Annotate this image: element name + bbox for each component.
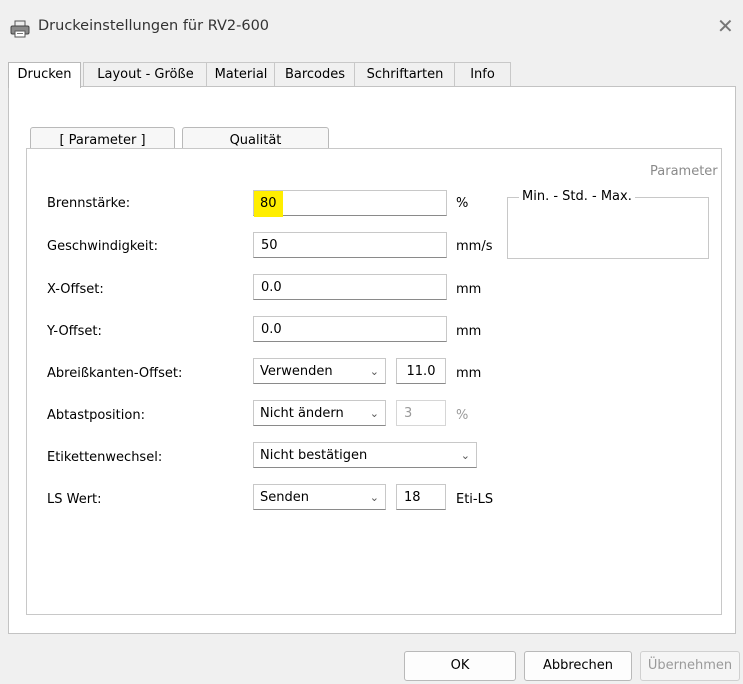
chevron-down-icon: ⌄ (369, 491, 379, 504)
chevron-down-icon: ⌄ (460, 449, 470, 462)
parameter-range-box (507, 197, 709, 259)
brennstaerke-label: Brennstärke: (47, 196, 131, 211)
abtastposition-select[interactable]: Nicht ändern ⌄ (253, 400, 386, 426)
geschwindigkeit-unit: mm/s (456, 239, 493, 254)
abtastposition-label: Abtastposition: (47, 408, 145, 423)
chevron-down-icon: ⌄ (369, 365, 379, 378)
y-offset-unit: mm (456, 324, 482, 339)
abreisskanten-unit: mm (456, 366, 482, 381)
close-icon[interactable]: ✕ (717, 14, 734, 38)
etikettenwechsel-select[interactable]: Nicht bestätigen ⌄ (253, 442, 477, 468)
tab-barcodes[interactable]: Barcodes (274, 62, 356, 87)
ls-wert-label: LS Wert: (47, 492, 102, 507)
x-offset-unit: mm (456, 282, 482, 297)
brennstaerke-unit: % (456, 196, 469, 211)
geschwindigkeit-input[interactable]: 50 (253, 232, 447, 258)
ls-wert-select[interactable]: Senden ⌄ (253, 484, 386, 510)
brennstaerke-value: 80 (254, 191, 283, 217)
ls-wert-input[interactable]: 18 (396, 484, 446, 510)
abreisskanten-label: Abreißkanten-Offset: (47, 366, 183, 381)
chevron-down-icon: ⌄ (369, 407, 379, 420)
abreisskanten-select-value: Verwenden (260, 364, 333, 379)
abreisskanten-input[interactable]: 11.0 (396, 358, 446, 384)
window-title: Druckeinstellungen für RV2-600 (38, 18, 270, 34)
tab-layout-groesse[interactable]: Layout - Größe (83, 62, 208, 87)
abbrechen-button[interactable]: Abbrechen (524, 651, 632, 681)
y-offset-label: Y-Offset: (47, 324, 102, 339)
uebernehmen-button[interactable]: Übernehmen (640, 651, 740, 681)
x-offset-label: X-Offset: (47, 282, 104, 297)
brennstaerke-input[interactable]: 80 (253, 190, 447, 217)
y-offset-input[interactable]: 0.0 (253, 316, 447, 342)
tab-schriftarten[interactable]: Schriftarten (354, 62, 456, 87)
parameter-range-legend: Min. - Std. - Max. (519, 189, 635, 204)
etikettenwechsel-select-value: Nicht bestätigen (260, 448, 368, 463)
tab-drucken[interactable]: Drucken (8, 62, 81, 88)
ok-button[interactable]: OK (404, 651, 516, 681)
ls-wert-select-value: Senden (260, 490, 309, 505)
tab-material[interactable]: Material (206, 62, 276, 87)
x-offset-input[interactable]: 0.0 (253, 274, 447, 300)
abreisskanten-select[interactable]: Verwenden ⌄ (253, 358, 386, 384)
abtastposition-input: 3 (396, 400, 446, 426)
abtastposition-select-value: Nicht ändern (260, 406, 344, 421)
printer-icon (10, 20, 30, 38)
parameter-group-title: Parameter (650, 164, 718, 179)
ls-wert-unit: Eti-LS (456, 492, 494, 507)
etikettenwechsel-label: Etikettenwechsel: (47, 450, 163, 465)
tab-info[interactable]: Info (454, 62, 511, 87)
abtastposition-unit: % (456, 408, 469, 423)
geschwindigkeit-label: Geschwindigkeit: (47, 239, 158, 254)
